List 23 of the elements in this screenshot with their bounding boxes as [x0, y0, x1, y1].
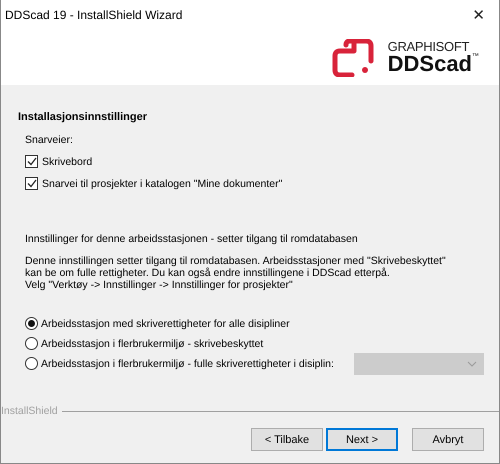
shortcuts-label: Snarveier:: [25, 134, 74, 146]
settings-title: Innstillinger for denne arbeidsstasjonen - setter tilgang til romdatabasen: [25, 233, 359, 245]
radio-button[interactable]: [25, 337, 38, 350]
window-title: DDScad 19 - InstallShield Wizard: [5, 8, 182, 22]
section-heading: Installasjonsinnstillinger: [18, 111, 148, 123]
description-text: Denne innstillingen setter tilgang til romdatabasen. Arbeidsstasjoner med "Skrivebeskyttet" kan be om fulle rettigheter. Du kan også endre innstillingene i DDScad etterpå. Velg "Verktøy -> Innstillinger -> Innstillinger for prosjekter": [25, 255, 447, 291]
installshield-label: InstallShield: [1, 405, 58, 417]
brand-name: GRAPHISOFT: [388, 40, 470, 53]
checkbox-label: Snarvei til prosjekter i katalogen "Mine dokumenter": [42, 178, 282, 190]
logo-icon: [332, 38, 374, 76]
radio-label: Arbeidsstasjon i flerbrukermiljø - skrivebeskyttet: [41, 338, 264, 350]
checkbox-label: Skrivebord: [42, 156, 92, 168]
close-button[interactable]: ✕: [468, 6, 489, 24]
radio-button[interactable]: [25, 317, 38, 330]
chevron-down-icon: [467, 360, 477, 366]
checkbox[interactable]: [25, 177, 38, 190]
wizard-button[interactable]: < Tilbake: [251, 428, 323, 451]
wizard-button[interactable]: Next >: [326, 428, 398, 451]
radio-button[interactable]: [25, 357, 38, 370]
wizard-button[interactable]: Avbryt: [412, 428, 484, 451]
radio-label: Arbeidsstasjon med skriverettigheter for alle disipliner: [41, 318, 290, 330]
radio-label: Arbeidsstasjon i flerbrukermiljø - fulle skriverettigheter i disiplin:: [41, 358, 334, 370]
checkbox[interactable]: [25, 155, 38, 168]
